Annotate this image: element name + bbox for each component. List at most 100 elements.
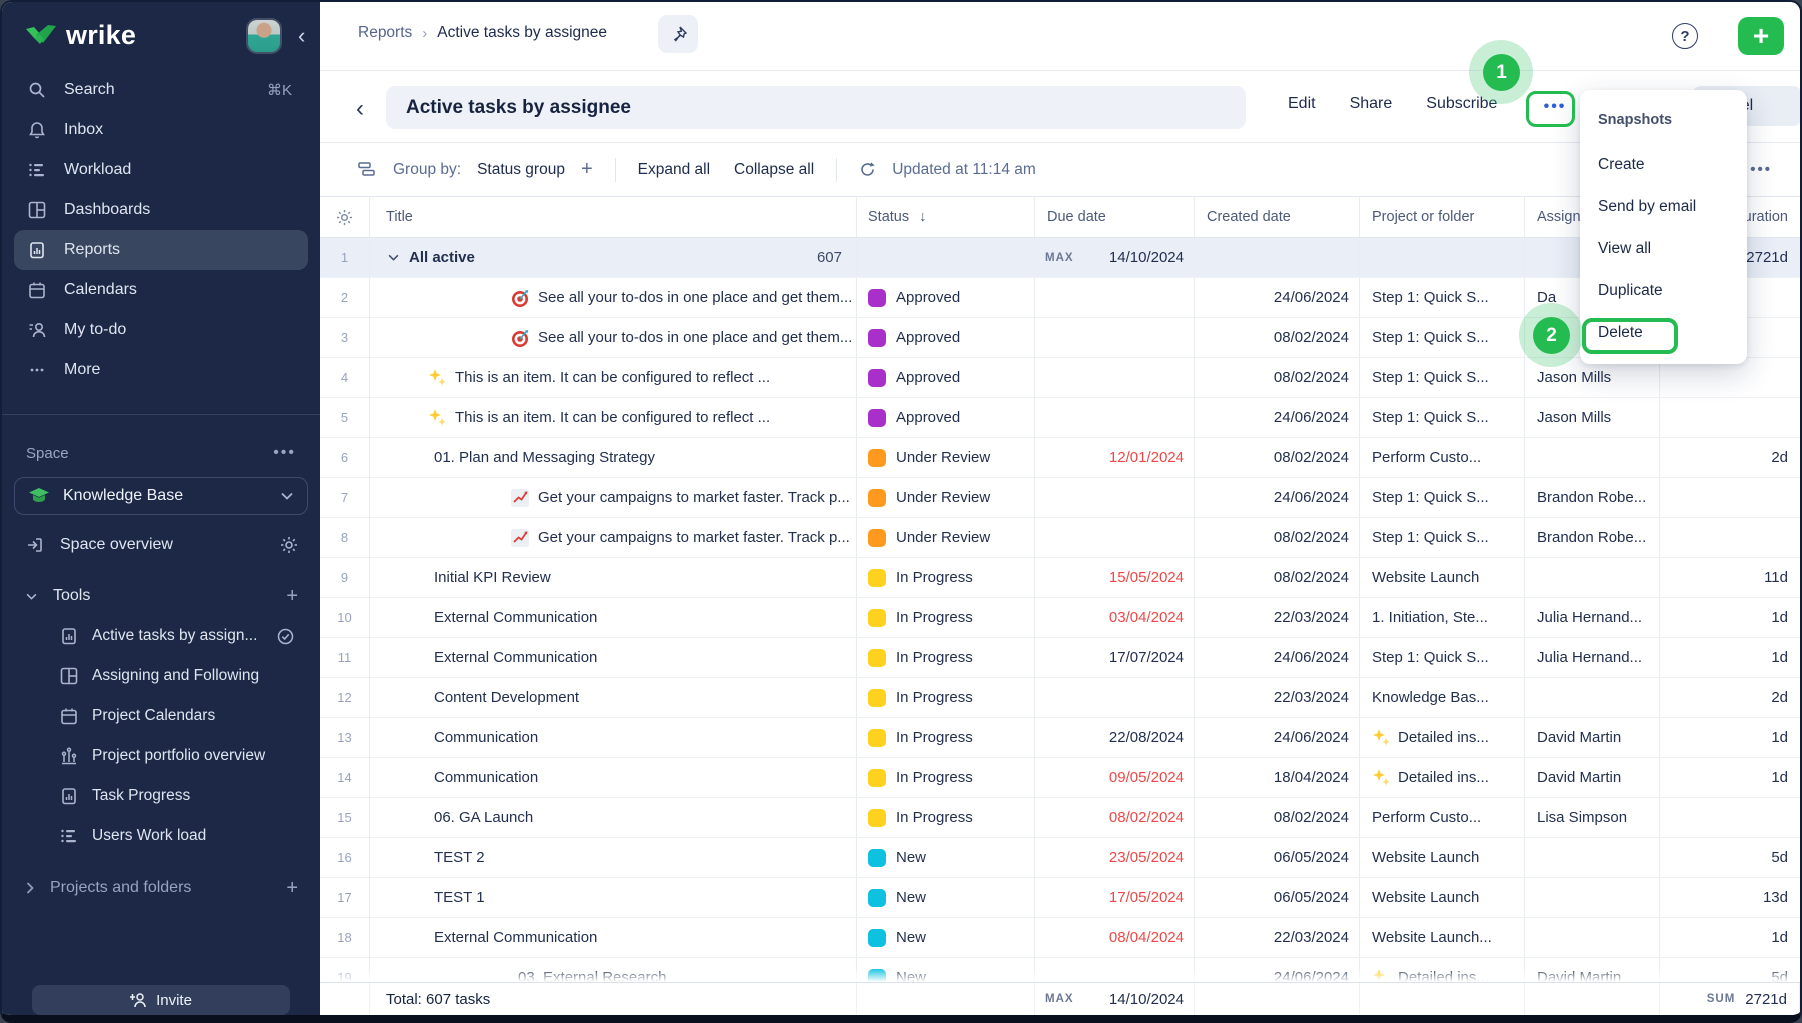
task-title-cell[interactable]: Initial KPI Review xyxy=(370,558,857,597)
project-cell[interactable]: Step 1: Quick S... xyxy=(1360,638,1525,677)
table-row[interactable]: 2See all your to-dos in one place and ge… xyxy=(320,278,1800,318)
add-group-icon[interactable]: + xyxy=(581,158,593,181)
table-row[interactable]: 12Content DevelopmentIn Progress22/03/20… xyxy=(320,678,1800,718)
sidebar-tool-project-calendars[interactable]: Project Calendars xyxy=(2,696,320,736)
due-date-cell[interactable]: 17/05/2024 xyxy=(1035,878,1195,917)
table-row[interactable]: 18External CommunicationNew08/04/202422/… xyxy=(320,918,1800,958)
gear-icon[interactable] xyxy=(280,536,298,554)
table-row[interactable]: 13CommunicationIn Progress22/08/202424/0… xyxy=(320,718,1800,758)
due-date-cell[interactable] xyxy=(1035,398,1195,437)
task-title-cell[interactable]: This is an item. It can be configured to… xyxy=(370,398,857,437)
header-status[interactable]: Status↓ xyxy=(857,197,1035,237)
space-selector[interactable]: Knowledge Base xyxy=(14,477,308,515)
edit-button[interactable]: Edit xyxy=(1288,95,1316,113)
status-cell[interactable]: In Progress xyxy=(857,558,1035,597)
table-row[interactable]: 17TEST 1New17/05/202406/05/2024Website L… xyxy=(320,878,1800,918)
header-project-or-folder[interactable]: Project or folder xyxy=(1360,197,1525,237)
due-date-cell[interactable] xyxy=(1035,358,1195,397)
task-title-cell[interactable]: 06. GA Launch xyxy=(370,798,857,837)
assignee-cell[interactable]: David Martin xyxy=(1525,758,1660,797)
status-cell[interactable]: In Progress xyxy=(857,678,1035,717)
due-date-cell[interactable] xyxy=(1035,478,1195,517)
assignee-cell[interactable] xyxy=(1525,838,1660,877)
assignee-cell[interactable]: Julia Hernand... xyxy=(1525,598,1660,637)
chevron-down-icon[interactable] xyxy=(388,254,399,261)
task-title-cell[interactable]: External Communication xyxy=(370,918,857,957)
project-cell[interactable]: Knowledge Bas... xyxy=(1360,678,1525,717)
due-date-cell[interactable]: 08/02/2024 xyxy=(1035,798,1195,837)
status-cell[interactable]: New xyxy=(857,838,1035,877)
header-title[interactable]: Title xyxy=(370,197,857,237)
table-row[interactable]: 16TEST 2New23/05/202406/05/2024Website L… xyxy=(320,838,1800,878)
status-cell[interactable]: Under Review xyxy=(857,438,1035,477)
project-cell[interactable]: Perform Custo... xyxy=(1360,438,1525,477)
add-tool-icon[interactable]: + xyxy=(286,585,298,608)
sidebar-group-tools[interactable]: Tools + xyxy=(26,577,298,615)
menu-item-view-all[interactable]: View all xyxy=(1580,228,1747,270)
sidebar-tool-task-progress[interactable]: Task Progress xyxy=(2,776,320,816)
due-date-cell[interactable] xyxy=(1035,318,1195,357)
project-cell[interactable]: Detailed ins... xyxy=(1360,718,1525,757)
sidebar-tool-project-portfolio-overview[interactable]: Project portfolio overview xyxy=(2,736,320,776)
due-date-cell[interactable]: 08/04/2024 xyxy=(1035,918,1195,957)
project-cell[interactable]: Website Launch xyxy=(1360,838,1525,877)
sidebar-group-projects[interactable]: Projects and folders + xyxy=(26,868,298,908)
task-title-cell[interactable]: This is an item. It can be configured to… xyxy=(370,358,857,397)
due-date-cell[interactable] xyxy=(1035,278,1195,317)
table-row[interactable]: 10External CommunicationIn Progress03/04… xyxy=(320,598,1800,638)
table-row[interactable]: 8Get your campaigns to market faster. Tr… xyxy=(320,518,1800,558)
task-title-cell[interactable]: Communication xyxy=(370,758,857,797)
status-cell[interactable]: Under Review xyxy=(857,478,1035,517)
assignee-cell[interactable]: David Martin xyxy=(1525,718,1660,757)
task-title-cell[interactable]: External Communication xyxy=(370,598,857,637)
back-chevron-icon[interactable]: ‹ xyxy=(356,95,364,123)
sidebar-tool-users-work-load[interactable]: Users Work load xyxy=(2,816,320,856)
due-date-cell[interactable]: 09/05/2024 xyxy=(1035,758,1195,797)
toolbar-overflow-icon[interactable]: ••• xyxy=(1750,161,1772,178)
due-date-cell[interactable] xyxy=(1035,678,1195,717)
space-options-icon[interactable]: ••• xyxy=(273,444,296,462)
project-cell[interactable]: Step 1: Quick S... xyxy=(1360,318,1525,357)
sidebar-collapse-icon[interactable]: ‹ xyxy=(298,24,305,48)
assignee-cell[interactable] xyxy=(1525,678,1660,717)
task-title-cell[interactable]: See all your to-dos in one place and get… xyxy=(370,318,857,357)
project-cell[interactable]: Website Launch... xyxy=(1360,918,1525,957)
status-cell[interactable]: New xyxy=(857,878,1035,917)
task-title-cell[interactable]: Communication xyxy=(370,718,857,757)
sidebar-tool-active-tasks-by-assign-[interactable]: Active tasks by assign... xyxy=(2,616,320,656)
task-title-cell[interactable]: TEST 2 xyxy=(370,838,857,877)
wrike-logo[interactable]: wrike xyxy=(24,20,136,51)
project-cell[interactable]: Step 1: Quick S... xyxy=(1360,478,1525,517)
status-cell[interactable]: Approved xyxy=(857,318,1035,357)
assignee-cell[interactable]: Lisa Simpson xyxy=(1525,798,1660,837)
status-cell[interactable]: Under Review xyxy=(857,518,1035,557)
group-by-value[interactable]: Status group xyxy=(477,161,565,179)
due-date-cell[interactable]: 22/08/2024 xyxy=(1035,718,1195,757)
due-date-cell[interactable]: 15/05/2024 xyxy=(1035,558,1195,597)
sidebar-item-space-overview[interactable]: Space overview xyxy=(26,526,298,564)
group-row-all-active[interactable]: 1All active607MAX14/10/20242721d xyxy=(320,238,1800,278)
expand-all-button[interactable]: Expand all xyxy=(638,161,710,179)
due-date-cell[interactable]: 12/01/2024 xyxy=(1035,438,1195,477)
share-button[interactable]: Share xyxy=(1350,95,1393,113)
sidebar-item-calendars[interactable]: Calendars xyxy=(2,270,320,310)
collapse-all-button[interactable]: Collapse all xyxy=(734,161,814,179)
task-title-cell[interactable]: 01. Plan and Messaging Strategy xyxy=(370,438,857,477)
sidebar-item-inbox[interactable]: Inbox xyxy=(2,110,320,150)
status-cell[interactable]: Approved xyxy=(857,398,1035,437)
table-row[interactable]: 5This is an item. It can be configured t… xyxy=(320,398,1800,438)
status-cell[interactable]: In Progress xyxy=(857,798,1035,837)
menu-item-create[interactable]: Create xyxy=(1580,144,1747,186)
due-date-cell[interactable]: 23/05/2024 xyxy=(1035,838,1195,877)
project-cell[interactable]: Step 1: Quick S... xyxy=(1360,278,1525,317)
sidebar-item-reports[interactable]: Reports xyxy=(14,230,308,270)
status-cell[interactable]: Approved xyxy=(857,358,1035,397)
project-cell[interactable]: Step 1: Quick S... xyxy=(1360,398,1525,437)
sidebar-item-my-to-do[interactable]: My to-do xyxy=(2,310,320,350)
table-row[interactable]: 601. Plan and Messaging StrategyUnder Re… xyxy=(320,438,1800,478)
assignee-cell[interactable] xyxy=(1525,918,1660,957)
status-cell[interactable]: In Progress xyxy=(857,638,1035,677)
table-row[interactable]: 7Get your campaigns to market faster. Tr… xyxy=(320,478,1800,518)
assignee-cell[interactable] xyxy=(1525,878,1660,917)
task-title-cell[interactable]: Content Development xyxy=(370,678,857,717)
